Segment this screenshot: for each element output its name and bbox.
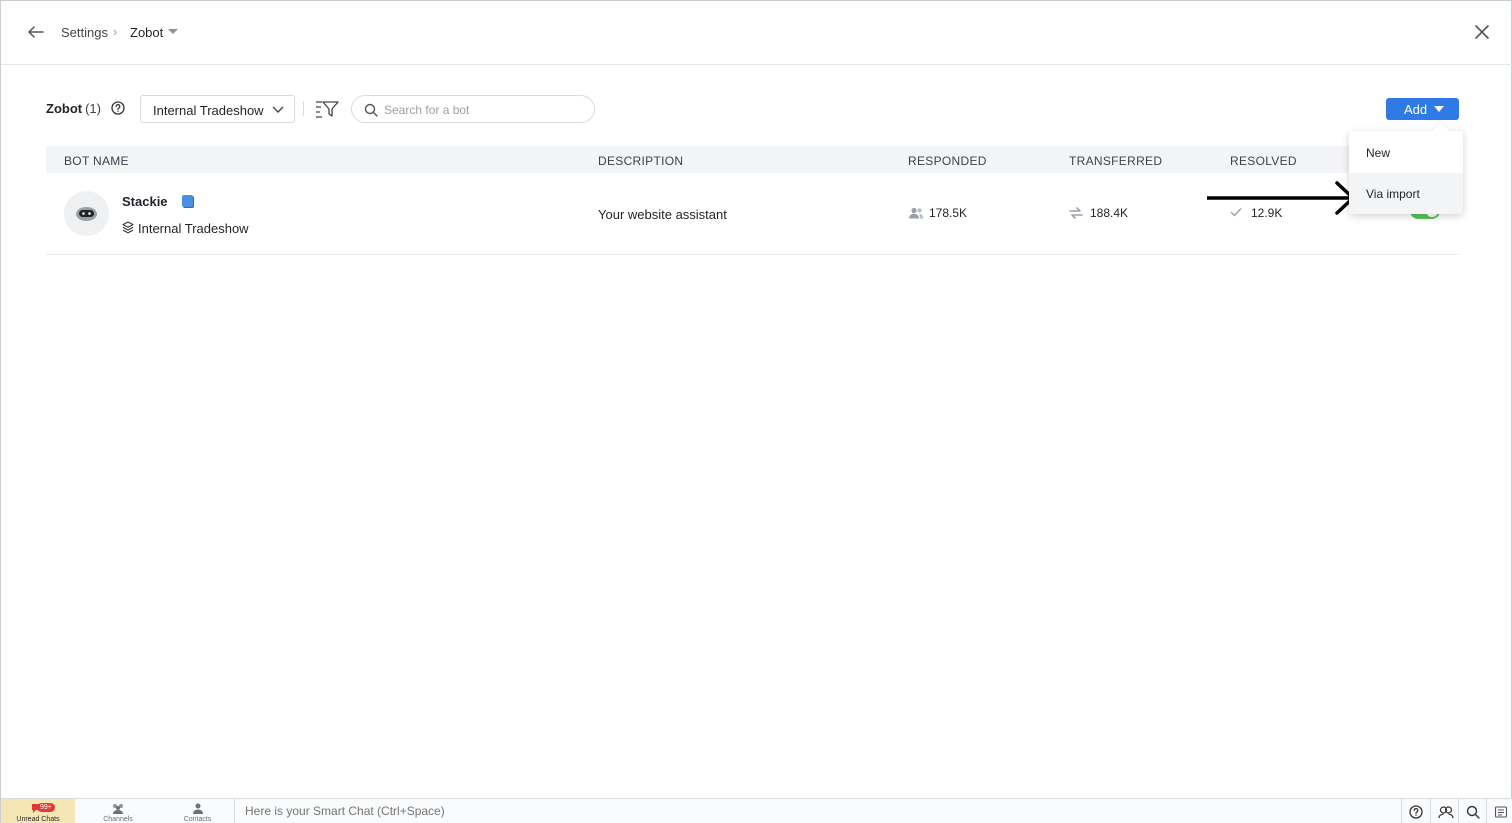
caret-down-icon [1434, 106, 1444, 112]
tab-contacts[interactable]: Contacts [161, 799, 235, 823]
users-icon [909, 207, 924, 219]
bottom-bar: 99+ Unread Chats Channels Contacts [1, 798, 1512, 823]
channels-icon [113, 804, 123, 814]
channels-label: Channels [103, 816, 133, 823]
contact-icon [193, 803, 203, 814]
transfer-icon [1069, 207, 1083, 219]
breadcrumb-separator: › [113, 24, 118, 39]
responded-value: 178.5K [929, 206, 968, 220]
global-search-button[interactable] [1458, 799, 1486, 823]
column-header-resolved[interactable]: RESOLVED [1230, 154, 1297, 168]
layers-icon [122, 221, 134, 234]
tab-channels[interactable]: Channels [81, 799, 155, 823]
search-input[interactable] [384, 100, 584, 120]
contacts-label: Contacts [183, 816, 212, 823]
operators-icon [1438, 806, 1454, 819]
smart-chat-input[interactable] [245, 804, 1145, 818]
bot-name[interactable]: Stackie [122, 194, 168, 209]
operators-button[interactable] [1430, 799, 1458, 823]
transferred-value: 188.4K [1090, 206, 1129, 220]
column-header-bot-name[interactable]: BOT NAME [64, 154, 129, 168]
website-channel-icon [182, 195, 193, 207]
search-icon [1466, 805, 1480, 819]
table-header: BOT NAME DESCRIPTION RESPONDED TRANSFERR… [46, 146, 1459, 173]
breadcrumb-current[interactable]: Zobot [130, 25, 163, 41]
page-title-text: Zobot [46, 101, 83, 116]
notes-button[interactable] [1486, 799, 1512, 823]
bot-count: (1) [85, 101, 101, 116]
filter-icon[interactable] [315, 99, 339, 119]
menu-item-via-import[interactable]: Via import [1349, 173, 1463, 214]
arrow-left-icon [28, 26, 44, 38]
unread-chats-label: Unread Chats [16, 816, 60, 823]
tab-unread-chats[interactable]: 99+ Unread Chats [1, 799, 75, 823]
page-title: Zobot (1) [46, 101, 101, 116]
help-button[interactable] [1401, 799, 1429, 823]
department-select[interactable]: Internal Tradeshow [140, 95, 295, 123]
department-select-value: Internal Tradeshow [153, 103, 264, 118]
search-box[interactable] [351, 95, 595, 123]
search-icon [364, 103, 378, 117]
bot-avatar [64, 191, 109, 236]
chevron-down-icon [272, 106, 284, 113]
help-icon[interactable] [111, 101, 125, 115]
unread-count-badge: 99+ [37, 803, 55, 812]
column-header-transferred[interactable]: TRANSFERRED [1069, 154, 1162, 168]
robot-icon [76, 207, 97, 221]
notes-icon [1494, 806, 1508, 818]
bot-description: Your website assistant [598, 207, 727, 222]
caret-down-icon[interactable] [168, 29, 178, 34]
add-dropdown-menu: New Via import [1349, 131, 1463, 214]
column-header-responded[interactable]: RESPONDED [908, 154, 987, 168]
add-button-label: Add [1404, 102, 1428, 117]
back-button[interactable] [25, 21, 47, 43]
column-header-description[interactable]: DESCRIPTION [598, 154, 683, 168]
menu-item-new[interactable]: New [1349, 132, 1463, 173]
close-icon[interactable] [1472, 22, 1492, 42]
arrow-right-icon [1207, 181, 1355, 215]
breadcrumb-settings[interactable]: Settings [61, 25, 108, 41]
help-icon [1409, 805, 1423, 819]
top-bar: Settings › Zobot [1, 1, 1512, 65]
toolbar-divider [303, 101, 304, 116]
bot-department: Internal Tradeshow [138, 221, 249, 236]
app-window: Settings › Zobot Zobot (1) Internal Trade… [0, 0, 1512, 823]
add-button[interactable]: Add [1386, 98, 1459, 120]
